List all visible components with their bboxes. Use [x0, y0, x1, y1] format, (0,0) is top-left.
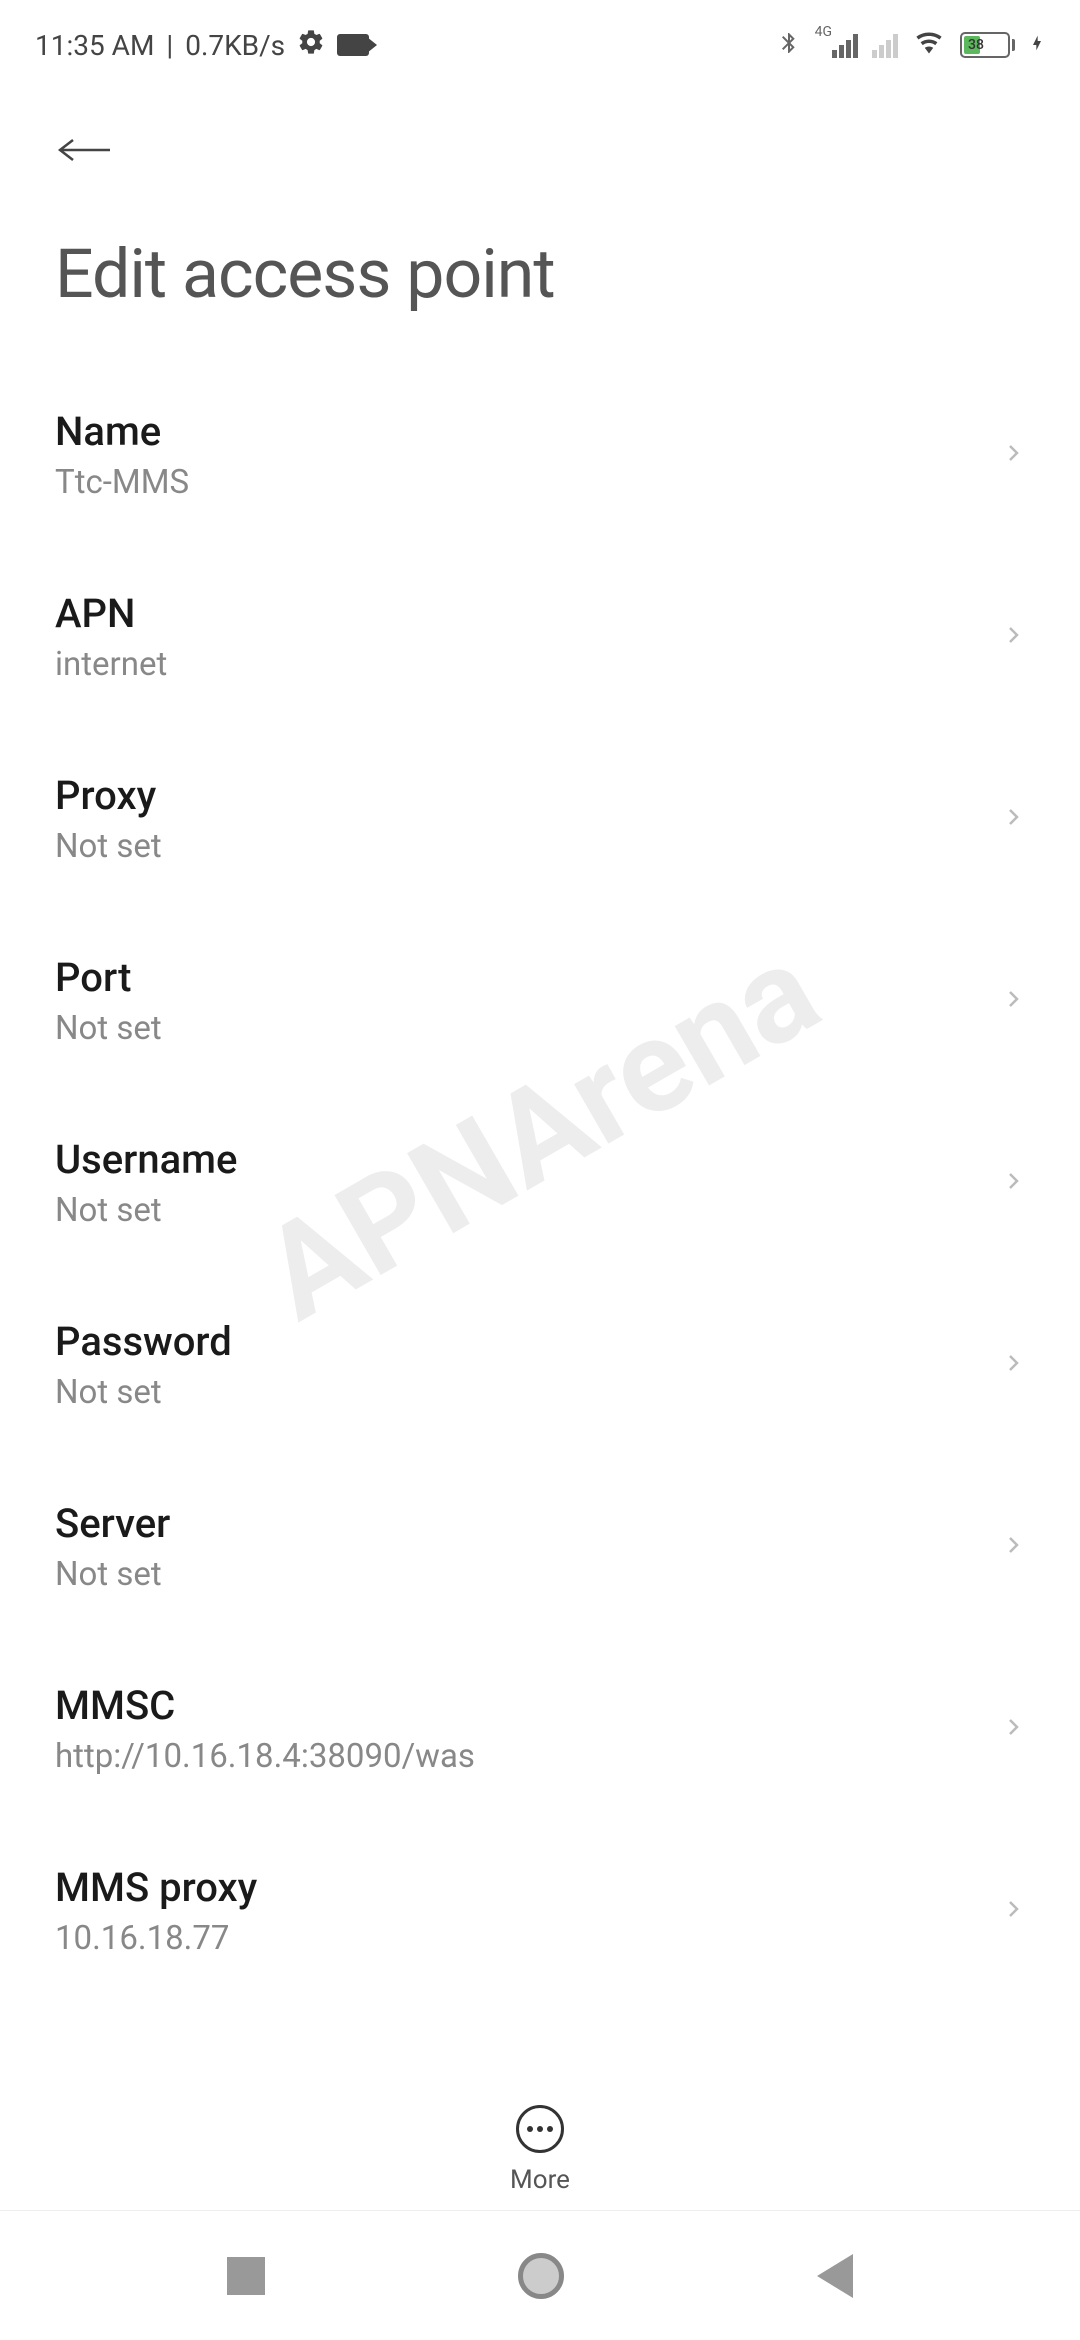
gear-icon [297, 28, 325, 63]
setting-value: internet [55, 645, 167, 684]
more-icon [516, 2105, 564, 2153]
chevron-right-icon [1001, 1343, 1025, 1387]
chevron-right-icon [1001, 797, 1025, 841]
status-bar: 11:35 AM | 0.7KB/s 4G [0, 0, 1080, 80]
nav-home-button[interactable] [518, 2253, 564, 2299]
setting-value: Not set [55, 1191, 237, 1230]
chevron-right-icon [1001, 615, 1025, 659]
setting-row-proxy[interactable]: Proxy Not set [0, 728, 1080, 910]
nav-back-button[interactable] [817, 2254, 853, 2298]
setting-label: Username [55, 1136, 237, 1183]
network-4g-label: 4G [815, 24, 832, 40]
status-left: 11:35 AM | 0.7KB/s [35, 28, 369, 63]
setting-label: APN [55, 590, 167, 637]
setting-label: MMSC [55, 1682, 475, 1729]
setting-value: Not set [55, 1373, 232, 1412]
setting-value: 10.16.18.77 [55, 1919, 257, 1958]
navigation-bar [0, 2210, 1080, 2340]
signal-strength-icon [832, 32, 858, 58]
setting-row-username[interactable]: Username Not set [0, 1092, 1080, 1274]
battery-icon: 38 [960, 32, 1015, 58]
chevron-right-icon [1001, 1161, 1025, 1205]
wifi-icon [912, 29, 946, 61]
setting-label: Port [55, 954, 162, 1001]
charging-icon [1029, 30, 1045, 60]
setting-row-mms-proxy[interactable]: MMS proxy 10.16.18.77 [0, 1820, 1080, 2002]
bluetooth-icon [777, 28, 801, 62]
battery-percent: 38 [968, 37, 984, 53]
page-title: Edit access point [55, 234, 1025, 314]
signal-strength-icon-2 [872, 32, 898, 58]
setting-row-password[interactable]: Password Not set [0, 1274, 1080, 1456]
settings-list: Name Ttc-MMS APN internet Proxy Not set … [0, 334, 1080, 2032]
setting-row-server[interactable]: Server Not set [0, 1456, 1080, 1638]
more-label: More [510, 2165, 570, 2195]
setting-label: Name [55, 408, 189, 455]
back-button[interactable] [55, 130, 115, 174]
setting-value: Ttc-MMS [55, 463, 189, 502]
status-time: 11:35 AM [35, 29, 154, 62]
setting-value: http://10.16.18.4:38090/was [55, 1737, 475, 1776]
camera-icon [337, 34, 369, 56]
setting-value: Not set [55, 1009, 162, 1048]
setting-row-mmsc[interactable]: MMSC http://10.16.18.4:38090/was [0, 1638, 1080, 1820]
setting-label: Server [55, 1500, 170, 1547]
setting-label: Password [55, 1318, 232, 1365]
chevron-right-icon [1001, 1707, 1025, 1751]
status-data-rate: 0.7KB/s [185, 29, 285, 62]
setting-row-port[interactable]: Port Not set [0, 910, 1080, 1092]
setting-label: Proxy [55, 772, 162, 819]
setting-value: Not set [55, 1555, 170, 1594]
setting-label: MMS proxy [55, 1864, 257, 1911]
chevron-right-icon [1001, 1889, 1025, 1933]
setting-row-apn[interactable]: APN internet [0, 546, 1080, 728]
chevron-right-icon [1001, 433, 1025, 477]
setting-row-name[interactable]: Name Ttc-MMS [0, 364, 1080, 546]
setting-value: Not set [55, 827, 162, 866]
status-right: 4G 38 [777, 28, 1045, 62]
more-button[interactable]: More [0, 2080, 1080, 2195]
chevron-right-icon [1001, 1525, 1025, 1569]
status-separator: | [166, 29, 173, 62]
nav-recents-button[interactable] [227, 2257, 265, 2295]
chevron-right-icon [1001, 979, 1025, 1023]
header: Edit access point [0, 80, 1080, 334]
